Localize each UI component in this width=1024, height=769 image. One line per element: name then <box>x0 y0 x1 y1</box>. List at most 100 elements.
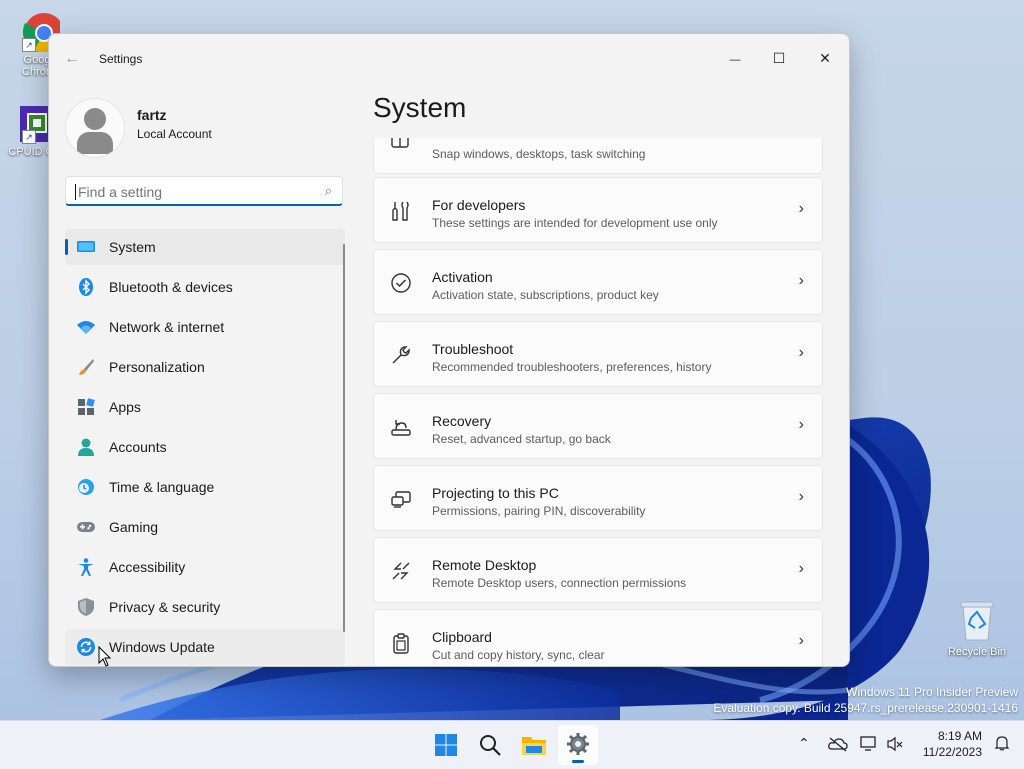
multitasking-icon <box>390 138 412 153</box>
sidebar-item-network[interactable]: Network & internet <box>65 309 345 345</box>
card-subtitle: These settings are intended for developm… <box>432 216 718 230</box>
clipboard-icon <box>390 632 412 654</box>
card-title: For developers <box>432 197 526 213</box>
card-subtitle: Snap windows, desktops, task switching <box>432 147 646 161</box>
volume-muted-icon[interactable] <box>886 736 904 755</box>
bluetooth-icon <box>77 278 95 296</box>
wrench-icon <box>390 344 412 366</box>
file-explorer-icon <box>522 734 546 761</box>
sidebar-item-label: Gaming <box>109 519 159 535</box>
sidebar-item-gaming[interactable]: Gaming <box>65 509 345 545</box>
settings-icon <box>567 733 589 760</box>
chevron-right-icon: › <box>798 344 804 361</box>
chevron-right-icon: › <box>798 200 804 217</box>
settings-card-troubleshoot[interactable]: Troubleshoot Recommended troubleshooters… <box>373 321 823 387</box>
card-title: Remote Desktop <box>432 557 537 573</box>
settings-content: Snap windows, desktops, task switching ›… <box>373 138 825 666</box>
maximize-button[interactable]: ☐ <box>757 42 801 74</box>
clock-time: 8:19 AM <box>937 729 982 743</box>
apps-icon <box>77 398 95 416</box>
card-subtitle: Activation state, subscriptions, product… <box>432 288 659 302</box>
settings-card-remote-desktop[interactable]: Remote Desktop Remote Desktop users, con… <box>373 537 823 603</box>
onedrive-icon[interactable] <box>828 736 848 755</box>
recycle-bin-icon <box>957 598 997 642</box>
search-icon[interactable]: ⌕ <box>325 183 332 199</box>
avatar <box>65 98 125 158</box>
settings-card-recovery[interactable]: Recovery Reset, advanced startup, go bac… <box>373 393 823 459</box>
brush-icon <box>77 358 95 376</box>
card-title: Projecting to this PC <box>432 485 559 501</box>
card-subtitle: Cut and copy history, sync, clear <box>432 648 605 662</box>
chevron-right-icon: › <box>798 272 804 289</box>
settings-card-multitasking[interactable]: Snap windows, desktops, task switching › <box>373 138 823 174</box>
back-button[interactable]: ← <box>61 48 83 70</box>
close-button[interactable]: ✕ <box>803 42 847 74</box>
sidebar-item-label: Apps <box>109 399 141 415</box>
sidebar-item-apps[interactable]: Apps <box>65 389 345 425</box>
wifi-icon <box>77 318 95 336</box>
chevron-right-icon: › <box>798 488 804 505</box>
sidebar-item-label: Personalization <box>109 359 205 375</box>
minimize-button[interactable]: — <box>713 42 757 74</box>
sidebar-item-system[interactable]: System <box>65 229 345 265</box>
taskbar-file-explorer[interactable] <box>514 725 554 765</box>
watermark-line: Evaluation copy. Build 25947.rs_prerelea… <box>713 701 1018 715</box>
minimize-icon: — <box>729 54 741 66</box>
page-title: System <box>373 92 467 123</box>
recovery-icon <box>390 416 412 438</box>
search-icon <box>479 734 501 761</box>
settings-card-projecting[interactable]: Projecting to this PC Permissions, pairi… <box>373 465 823 531</box>
sidebar-item-label: Privacy & security <box>109 599 221 615</box>
remote-desktop-icon <box>390 560 412 582</box>
card-title: Activation <box>432 269 493 285</box>
watermark-line: Windows 11 Pro Insider Preview <box>846 685 1018 699</box>
account-type: Local Account <box>137 127 212 141</box>
sidebar-item-bluetooth[interactable]: Bluetooth & devices <box>65 269 345 305</box>
sidebar-item-personalization[interactable]: Personalization <box>65 349 345 385</box>
sidebar-item-label: Bluetooth & devices <box>109 279 233 295</box>
sidebar-scrollbar[interactable] <box>343 244 345 632</box>
chevron-up-icon[interactable]: ⌃ <box>798 735 810 752</box>
sidebar-item-label: System <box>109 239 156 255</box>
sidebar-nav: System Bluetooth & devices Network & int… <box>65 229 345 666</box>
sidebar-item-time-language[interactable]: Time & language <box>65 469 345 505</box>
shield-icon <box>77 598 95 616</box>
sidebar-item-label: Accessibility <box>109 559 186 575</box>
sidebar-item-accounts[interactable]: Accounts <box>65 429 345 465</box>
projecting-icon <box>390 488 412 510</box>
network-icon[interactable] <box>860 736 878 755</box>
bell-icon[interactable] <box>994 735 1010 754</box>
start-icon <box>435 734 457 761</box>
sidebar-item-label: Accounts <box>109 439 167 455</box>
chevron-right-icon: › <box>798 632 804 649</box>
sidebar-item-accessibility[interactable]: Accessibility <box>65 549 345 585</box>
title-bar[interactable]: ← Settings — ☐ ✕ <box>49 34 849 82</box>
taskbar-settings[interactable] <box>558 725 598 765</box>
settings-card-activation[interactable]: Activation Activation state, subscriptio… <box>373 249 823 315</box>
sidebar-item-privacy-security[interactable]: Privacy & security <box>65 589 345 625</box>
active-indicator <box>572 760 584 763</box>
start-button[interactable] <box>426 725 466 765</box>
sidebar-item-label: Windows Update <box>109 639 215 655</box>
card-title: Clipboard <box>432 629 492 645</box>
system-clock[interactable]: 8:19 AM 11/22/2023 <box>923 728 982 760</box>
gamepad-icon <box>77 518 95 536</box>
recycle-bin-label: Recycle Bin <box>947 646 1007 658</box>
update-icon <box>77 638 95 656</box>
developer-tools-icon <box>390 200 412 222</box>
clock-date: 11/22/2023 <box>922 745 982 759</box>
search-box[interactable]: ⌕ <box>65 176 343 206</box>
settings-card-clipboard[interactable]: Clipboard Cut and copy history, sync, cl… <box>373 609 823 666</box>
desktop-icon-recycle-bin[interactable]: Recycle Bin <box>942 598 1012 658</box>
person-icon <box>77 438 95 456</box>
user-profile[interactable]: fartz Local Account <box>65 96 355 158</box>
monitor-icon <box>77 238 95 256</box>
settings-card-for-developers[interactable]: For developers These settings are intend… <box>373 177 823 243</box>
sidebar-item-label: Time & language <box>109 479 215 495</box>
taskbar-search-button[interactable] <box>470 725 510 765</box>
selection-indicator <box>65 239 68 255</box>
maximize-icon: ☐ <box>772 50 786 66</box>
evaluation-watermark: Windows 11 Pro Insider Preview Evaluatio… <box>713 684 1018 716</box>
accessibility-icon <box>77 558 95 576</box>
search-input[interactable] <box>76 183 310 201</box>
